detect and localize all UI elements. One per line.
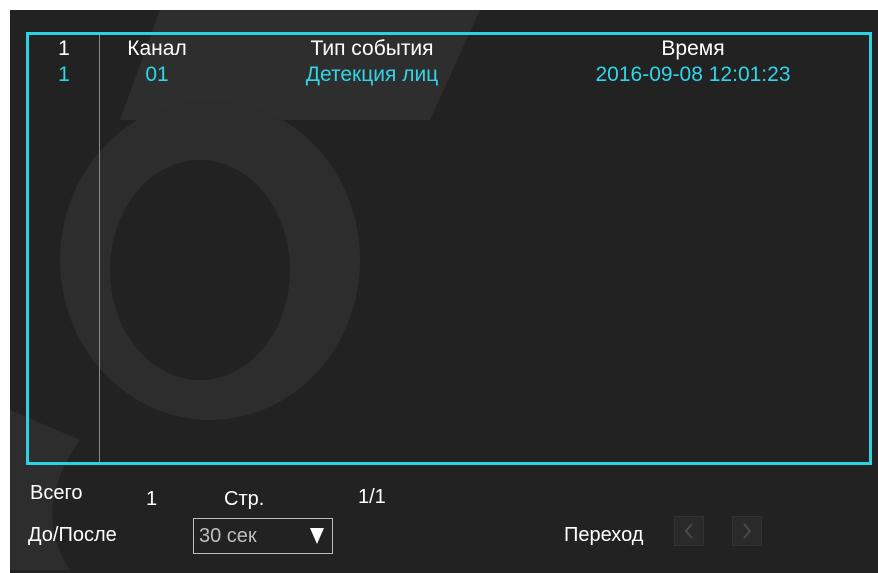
event-table: 1 Канал Тип события Время 1 01 Детекция … <box>26 32 872 465</box>
pre-post-select[interactable]: 30 сек <box>193 518 333 554</box>
pre-post-value: 30 сек <box>199 524 257 547</box>
row-channel: 01 <box>145 63 169 86</box>
row-event-type: Детекция лиц <box>305 63 439 86</box>
event-list-panel: 1 Канал Тип события Время 1 01 Детекция … <box>10 10 878 573</box>
row-index: 1 <box>58 63 70 86</box>
column-divider <box>99 35 100 462</box>
header-time[interactable]: Время <box>563 37 823 61</box>
chevron-left-icon <box>684 523 693 539</box>
page-value: 1/1 <box>358 486 386 508</box>
pre-post-label: До/После <box>28 524 117 546</box>
chevron-right-icon <box>743 523 752 539</box>
total-value: 1 <box>146 488 158 510</box>
total-label: Всего <box>30 482 83 504</box>
next-button[interactable] <box>732 516 762 546</box>
header-channel[interactable]: Канал <box>117 37 197 61</box>
triangle-down-icon[interactable] <box>310 528 324 544</box>
prev-button[interactable] <box>674 516 704 546</box>
goto-label: Переход <box>564 524 644 546</box>
page-label: Стр. <box>224 488 265 510</box>
header-event-type[interactable]: Тип события <box>267 37 477 61</box>
row-time: 2016-09-08 12:01:23 <box>595 63 791 86</box>
header-index[interactable]: 1 <box>49 37 79 61</box>
